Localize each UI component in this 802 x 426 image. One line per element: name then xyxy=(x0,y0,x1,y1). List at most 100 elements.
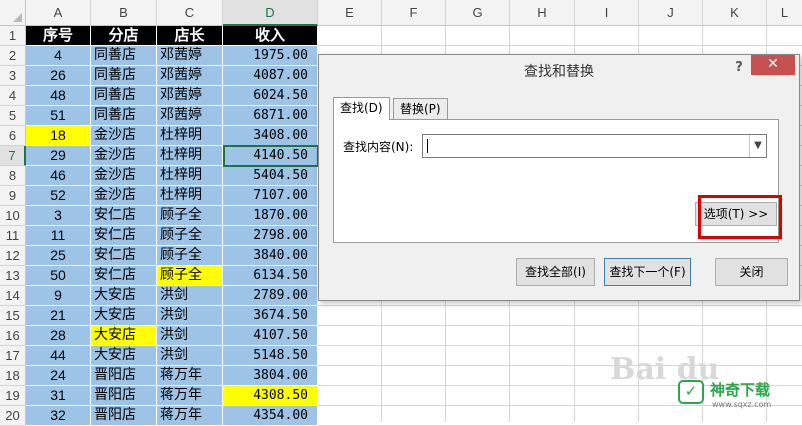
table-cell[interactable]: 杜梓明 xyxy=(157,166,223,186)
row-header-4[interactable]: 4 xyxy=(0,86,26,106)
table-cell[interactable]: 洪剑 xyxy=(157,286,223,306)
row-header-10[interactable]: 10 xyxy=(0,206,26,226)
table-cell[interactable]: 52 xyxy=(26,186,91,206)
table-cell[interactable]: 18 xyxy=(26,126,91,146)
table-cell[interactable]: 44 xyxy=(26,346,91,366)
row-header-5[interactable]: 5 xyxy=(0,106,26,126)
header-cell[interactable]: 序号 xyxy=(26,26,91,46)
find-all-button[interactable]: 查找全部(I) xyxy=(516,258,595,286)
column-header-k[interactable]: K xyxy=(703,0,767,26)
table-cell[interactable]: 洪剑 xyxy=(157,306,223,326)
table-cell[interactable]: 9 xyxy=(26,286,91,306)
table-cell[interactable]: 洪剑 xyxy=(157,346,223,366)
table-cell[interactable]: 杜梓明 xyxy=(157,186,223,206)
table-cell[interactable]: 29 xyxy=(26,146,91,166)
table-cell[interactable]: 安仁店 xyxy=(91,266,157,286)
table-cell[interactable]: 顾子全 xyxy=(157,226,223,246)
table-cell[interactable]: 金沙店 xyxy=(91,186,157,206)
row-header-16[interactable]: 16 xyxy=(0,326,26,346)
column-header-b[interactable]: B xyxy=(91,0,157,26)
table-cell[interactable]: 金沙店 xyxy=(91,126,157,146)
table-cell[interactable]: 31 xyxy=(26,386,91,406)
row-header-13[interactable]: 13 xyxy=(0,266,26,286)
header-cell[interactable]: 分店 xyxy=(91,26,157,46)
header-cell[interactable]: 店长 xyxy=(157,26,223,46)
select-all-corner[interactable] xyxy=(0,0,26,26)
table-cell[interactable]: 6024.50 xyxy=(223,86,318,106)
table-cell[interactable]: 46 xyxy=(26,166,91,186)
row-header-2[interactable]: 2 xyxy=(0,46,26,66)
dialog-titlebar[interactable]: 查找和替换 ? ✕ xyxy=(319,55,799,85)
table-cell[interactable]: 32 xyxy=(26,406,91,426)
column-header-e[interactable]: E xyxy=(318,0,382,26)
table-cell[interactable]: 同善店 xyxy=(91,46,157,66)
row-header-9[interactable]: 9 xyxy=(0,186,26,206)
table-cell[interactable]: 3 xyxy=(26,206,91,226)
column-header-j[interactable]: J xyxy=(639,0,703,26)
row-header-1[interactable]: 1 xyxy=(0,26,26,46)
row-header-17[interactable]: 17 xyxy=(0,346,26,366)
table-cell[interactable]: 2789.00 xyxy=(223,286,318,306)
column-header-a[interactable]: A xyxy=(26,0,91,26)
row-header-20[interactable]: 20 xyxy=(0,406,26,426)
table-cell[interactable]: 28 xyxy=(26,326,91,346)
table-cell[interactable]: 50 xyxy=(26,266,91,286)
table-cell[interactable]: 蒋万年 xyxy=(157,386,223,406)
row-header-3[interactable]: 3 xyxy=(0,66,26,86)
help-button[interactable]: ? xyxy=(729,58,749,78)
row-header-19[interactable]: 19 xyxy=(0,386,26,406)
table-cell[interactable]: 51 xyxy=(26,106,91,126)
table-cell[interactable]: 安仁店 xyxy=(91,226,157,246)
table-cell[interactable]: 6134.50 xyxy=(223,266,318,286)
column-header-d[interactable]: D xyxy=(223,0,318,26)
table-cell[interactable]: 24 xyxy=(26,366,91,386)
column-header-h[interactable]: H xyxy=(510,0,575,26)
table-cell[interactable]: 邓茜婷 xyxy=(157,86,223,106)
table-cell[interactable]: 6871.00 xyxy=(223,106,318,126)
column-header-i[interactable]: I xyxy=(575,0,639,26)
table-cell[interactable]: 洪剑 xyxy=(157,326,223,346)
column-header-l[interactable]: L xyxy=(767,0,802,26)
row-header-8[interactable]: 8 xyxy=(0,166,26,186)
table-cell[interactable]: 4 xyxy=(26,46,91,66)
table-cell[interactable]: 1975.00 xyxy=(223,46,318,66)
column-header-f[interactable]: F xyxy=(382,0,446,26)
table-cell[interactable]: 顾子全 xyxy=(157,206,223,226)
table-cell[interactable]: 杜梓明 xyxy=(157,126,223,146)
table-cell[interactable]: 同善店 xyxy=(91,66,157,86)
find-what-input[interactable]: ▼ xyxy=(422,134,767,158)
table-cell[interactable]: 4087.00 xyxy=(223,66,318,86)
close-icon[interactable]: ✕ xyxy=(751,55,795,75)
table-cell[interactable]: 4308.50 xyxy=(223,386,318,406)
table-cell[interactable]: 21 xyxy=(26,306,91,326)
row-header-11[interactable]: 11 xyxy=(0,226,26,246)
table-cell[interactable]: 安仁店 xyxy=(91,246,157,266)
table-cell[interactable]: 3408.00 xyxy=(223,126,318,146)
table-cell[interactable]: 4354.00 xyxy=(223,406,318,426)
table-cell[interactable]: 邓茜婷 xyxy=(157,46,223,66)
table-cell[interactable]: 大安店 xyxy=(91,326,157,346)
table-cell[interactable]: 晋阳店 xyxy=(91,406,157,426)
table-cell[interactable]: 2798.00 xyxy=(223,226,318,246)
chevron-down-icon[interactable]: ▼ xyxy=(749,135,766,157)
tab-replace[interactable]: 替换(P) xyxy=(393,98,448,120)
table-cell[interactable]: 晋阳店 xyxy=(91,386,157,406)
row-header-15[interactable]: 15 xyxy=(0,306,26,326)
table-cell[interactable]: 3804.00 xyxy=(223,366,318,386)
table-cell[interactable]: 5404.50 xyxy=(223,166,318,186)
table-cell[interactable]: 大安店 xyxy=(91,306,157,326)
row-header-18[interactable]: 18 xyxy=(0,366,26,386)
table-cell[interactable]: 蒋万年 xyxy=(157,366,223,386)
table-cell[interactable]: 7107.00 xyxy=(223,186,318,206)
table-cell[interactable]: 顾子全 xyxy=(157,246,223,266)
row-header-6[interactable]: 6 xyxy=(0,126,26,146)
row-header-7[interactable]: 7 xyxy=(0,146,26,166)
table-cell[interactable]: 25 xyxy=(26,246,91,266)
column-header-c[interactable]: C xyxy=(157,0,223,26)
row-header-14[interactable]: 14 xyxy=(0,286,26,306)
table-cell[interactable]: 金沙店 xyxy=(91,166,157,186)
row-header-12[interactable]: 12 xyxy=(0,246,26,266)
tab-find[interactable]: 查找(D) xyxy=(333,97,390,120)
table-cell[interactable]: 同善店 xyxy=(91,86,157,106)
table-cell[interactable]: 48 xyxy=(26,86,91,106)
